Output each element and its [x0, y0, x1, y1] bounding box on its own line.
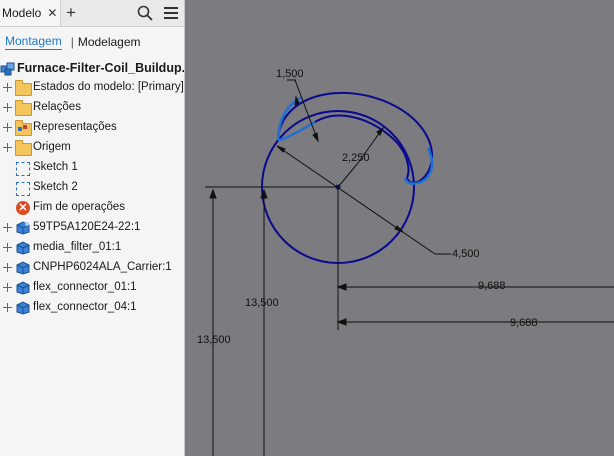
- expand-icon[interactable]: [3, 103, 12, 112]
- tree-item-component[interactable]: CNPHP6024ALA_Carrier:1: [0, 258, 184, 278]
- expand-icon[interactable]: [3, 143, 12, 152]
- sketch-canvas[interactable]: 1,500 2,250 4,500 9,688 9,688 13,500 13,…: [185, 0, 614, 456]
- tree-item-label: Fim de operações: [33, 201, 126, 213]
- search-icon[interactable]: [137, 5, 153, 21]
- end-of-features-icon: ✕: [15, 200, 31, 216]
- subtab-modelagem[interactable]: Modelagem: [78, 35, 141, 49]
- tree-item-component[interactable]: 59TP5A120E24-22:1: [0, 218, 184, 238]
- tree-item-sketch-2[interactable]: Sketch 2: [0, 178, 184, 198]
- expand-icon[interactable]: [3, 223, 12, 232]
- subtab-separator: |: [70, 35, 74, 49]
- dimension-9688-upper[interactable]: [336, 283, 614, 291]
- dimension-9688-upper-text[interactable]: 9,688: [478, 280, 506, 292]
- tree-item-label: Origem: [33, 141, 71, 153]
- expand-icon[interactable]: [3, 243, 12, 252]
- dimension-13500-inner[interactable]: [260, 188, 268, 456]
- expand-icon[interactable]: [3, 83, 12, 92]
- component-icon: [15, 280, 31, 296]
- tab-model-label: Modelo: [2, 6, 42, 20]
- expand-icon[interactable]: [3, 123, 12, 132]
- expand-icon[interactable]: [3, 303, 12, 312]
- tree-item-label: Estados do modelo: [Primary]: [33, 81, 184, 93]
- tree-item-component[interactable]: media_filter_01:1: [0, 238, 184, 258]
- component-icon: [15, 300, 31, 316]
- dimension-13500-inner-text[interactable]: 13,500: [245, 297, 279, 309]
- sketch-icon: [15, 160, 31, 176]
- tree-item-end-of-features[interactable]: ✕ Fim de operações: [0, 198, 184, 218]
- dimension-13500-outer-text[interactable]: 13,500: [197, 334, 231, 346]
- tree-item-model-states[interactable]: Estados do modelo: [Primary]: [0, 78, 184, 98]
- dimension-4500-text[interactable]: 4,500: [452, 248, 480, 260]
- expand-icon[interactable]: [3, 283, 12, 292]
- component-icon: [15, 240, 31, 256]
- tree-item-component[interactable]: flex_connector_04:1: [0, 298, 184, 318]
- tree-item-component[interactable]: flex_connector_01:1: [0, 278, 184, 298]
- tree-item-label: 59TP5A120E24-22:1: [33, 221, 141, 233]
- browser-tab-bar: Modelo ✕ +: [0, 0, 184, 27]
- tree-item-sketch-1[interactable]: Sketch 1: [0, 158, 184, 178]
- tree-item-origin[interactable]: Origem: [0, 138, 184, 158]
- add-tab-icon[interactable]: +: [66, 3, 76, 23]
- dimension-13500-outer[interactable]: [209, 188, 217, 456]
- expand-icon[interactable]: [3, 263, 12, 272]
- folder-icon: [15, 100, 32, 116]
- spiral-inner-curve[interactable]: [314, 114, 410, 179]
- model-tree: Furnace-Filter-Coil_Buildup.iam Estados …: [0, 58, 184, 318]
- dimension-2250-text[interactable]: 2,250: [342, 152, 370, 164]
- dimension-1500-text[interactable]: 1,500: [276, 68, 304, 80]
- tree-item-label: flex_connector_01:1: [33, 281, 137, 293]
- tree-item-representations[interactable]: Representações: [0, 118, 184, 138]
- browser-subtabs: Montagem | Modelagem: [0, 27, 184, 57]
- tree-item-label: Sketch 1: [33, 161, 78, 173]
- tree-item-label: Relações: [33, 101, 81, 113]
- dimension-9688-lower[interactable]: [336, 318, 614, 326]
- dimension-9688-lower-text[interactable]: 9,688: [510, 317, 538, 329]
- tree-item-label: Representações: [33, 121, 117, 133]
- assembly-icon: [0, 62, 15, 76]
- tree-item-relations[interactable]: Relações: [0, 98, 184, 118]
- spiral-selected-tip[interactable]: [277, 120, 316, 142]
- tree-root-assembly[interactable]: Furnace-Filter-Coil_Buildup.iam: [0, 58, 184, 78]
- tree-item-label: CNPHP6024ALA_Carrier:1: [33, 261, 172, 273]
- sketch-icon: [15, 180, 31, 196]
- subtab-montagem[interactable]: Montagem: [5, 34, 62, 50]
- tree-item-label: flex_connector_04:1: [33, 301, 137, 313]
- tree-item-label: Sketch 2: [33, 181, 78, 193]
- component-icon: [15, 260, 31, 276]
- close-icon[interactable]: ✕: [47, 6, 57, 20]
- folder-icon: [15, 80, 32, 96]
- menu-icon[interactable]: [163, 5, 179, 21]
- tree-root-label: Furnace-Filter-Coil_Buildup.iam: [17, 61, 185, 75]
- model-browser-panel: Modelo ✕ + Montagem | Modelagem Furnace-…: [0, 0, 185, 456]
- representations-folder-icon: [15, 120, 32, 136]
- tree-item-label: media_filter_01:1: [33, 241, 122, 253]
- component-icon: [15, 220, 31, 236]
- folder-icon: [15, 140, 32, 156]
- tab-model[interactable]: Modelo ✕: [0, 0, 61, 26]
